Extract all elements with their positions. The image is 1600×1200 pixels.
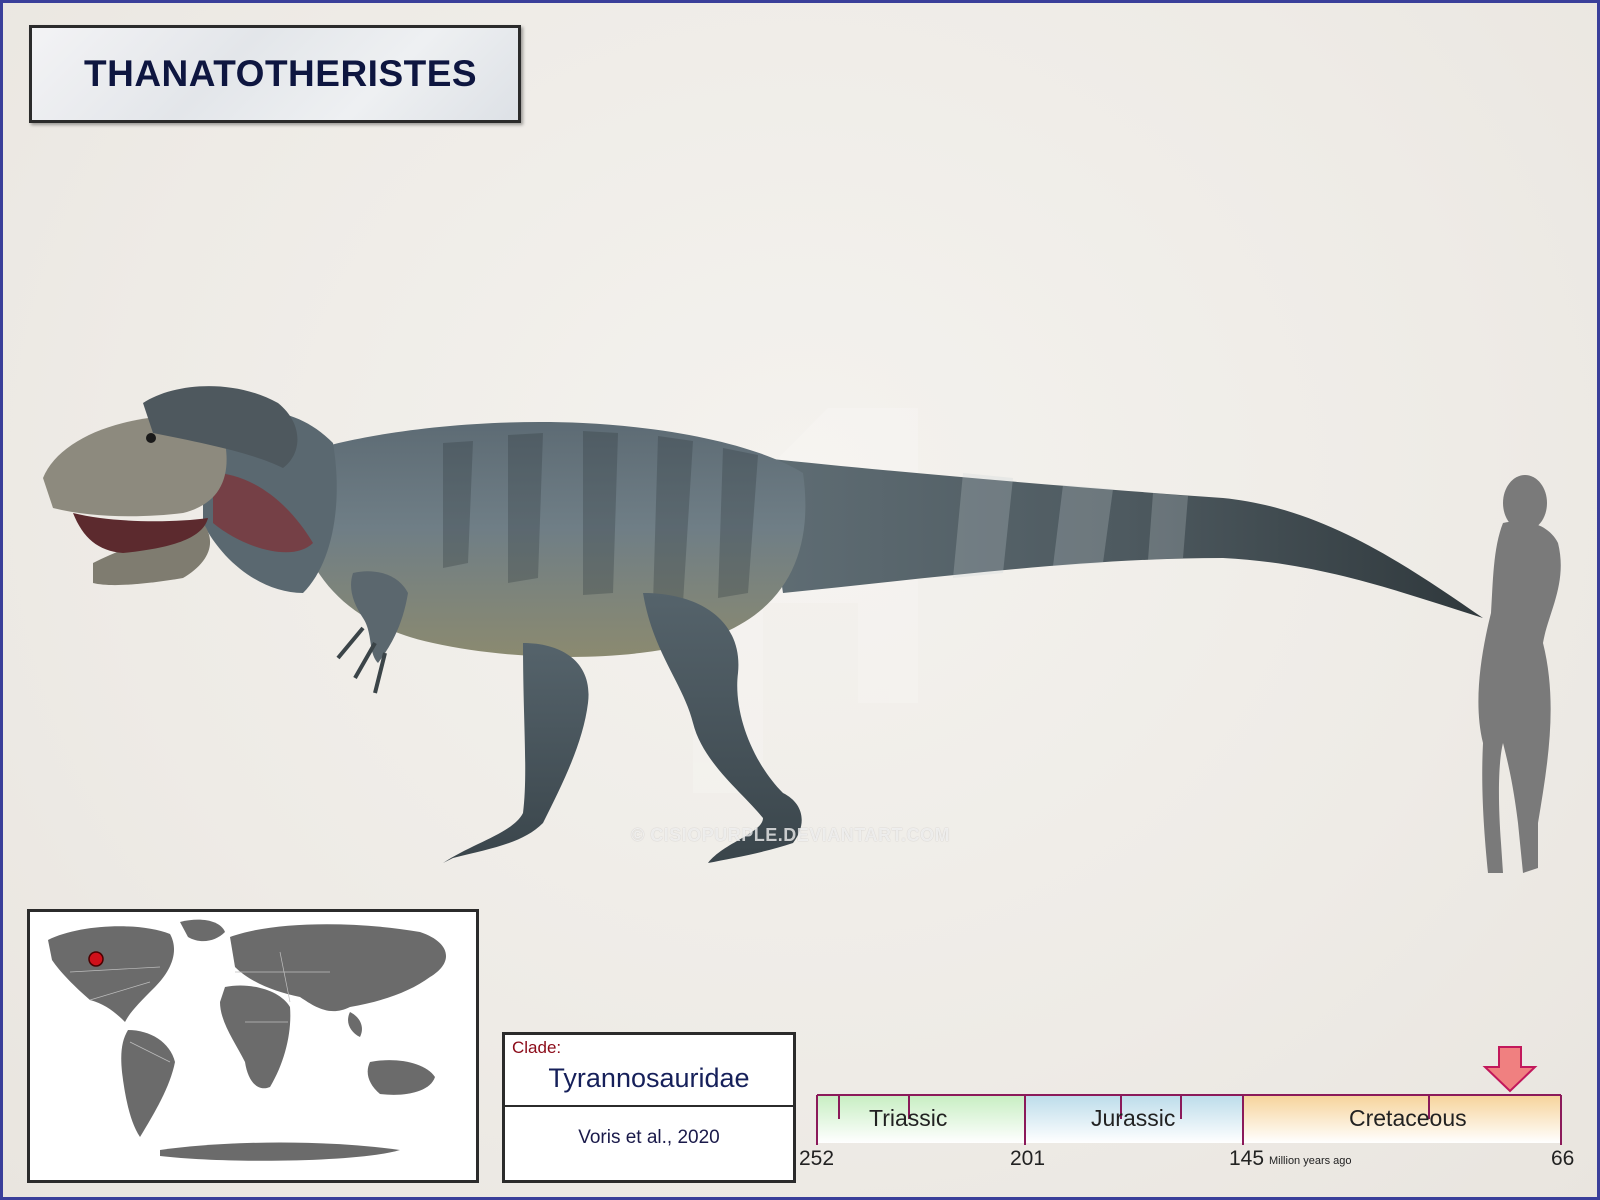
tick-252: 252 xyxy=(799,1147,835,1170)
dinosaur-arm xyxy=(351,571,408,663)
continents xyxy=(48,919,447,1161)
location-marker-icon xyxy=(88,951,104,967)
period-jurassic: Jurassic xyxy=(1091,1105,1176,1131)
clade-panel: Clade: Tyrannosauridae Voris et al., 202… xyxy=(502,1032,796,1183)
human-silhouette xyxy=(1478,475,1561,873)
clade-name: Tyrannosauridae xyxy=(548,1063,750,1093)
clade-label: Clade: xyxy=(512,1038,562,1057)
dinosaur-leg-left xyxy=(443,643,589,863)
geologic-timeline: Triassic Jurassic Cretaceous 252 201 145… xyxy=(799,1033,1593,1193)
poster-frame: THANATOTHERISTES © CISIOPURPLE.DEVIANTAR… xyxy=(0,0,1600,1200)
period-cretaceous: Cretaceous xyxy=(1349,1105,1467,1131)
world-map xyxy=(27,909,479,1183)
timeline-unit: Million years ago xyxy=(1269,1155,1352,1167)
time-marker-arrow-icon xyxy=(1482,1046,1538,1093)
dinosaur-leg-right xyxy=(643,593,802,863)
watermark-text: © CISIOPURPLE.DEVIANTART.COM xyxy=(631,825,950,845)
tick-201: 201 xyxy=(1010,1147,1046,1170)
clade-author: Voris et al., 2020 xyxy=(578,1127,720,1148)
period-triassic: Triassic xyxy=(869,1105,948,1131)
tick-145: 145 xyxy=(1229,1147,1265,1170)
tick-66: 66 xyxy=(1551,1147,1575,1170)
clade-divider xyxy=(505,1105,793,1107)
